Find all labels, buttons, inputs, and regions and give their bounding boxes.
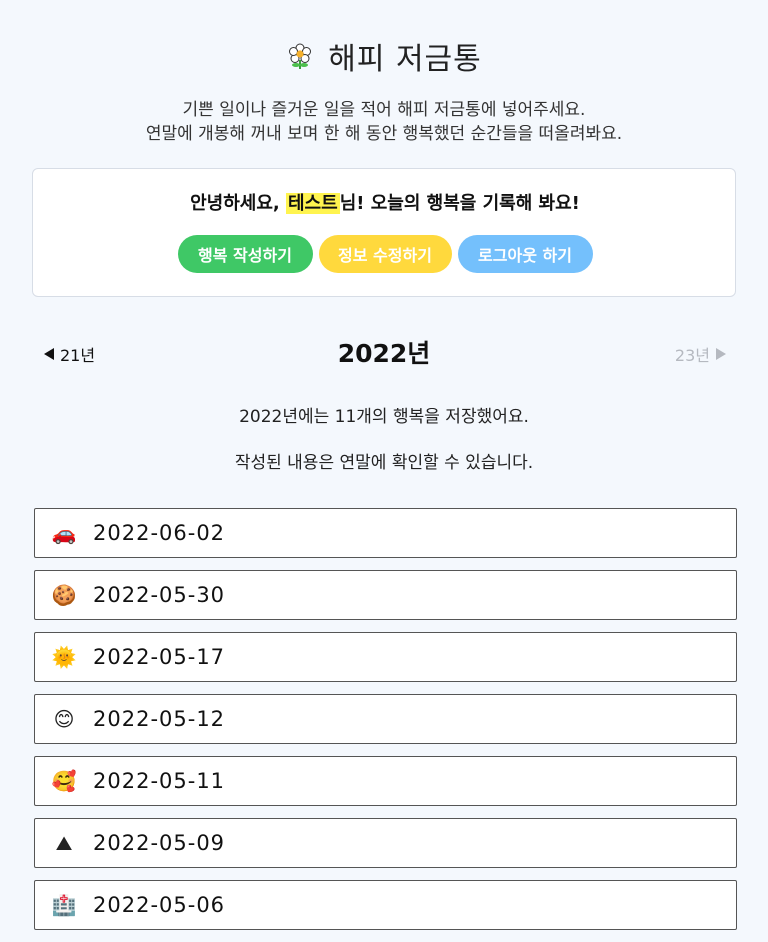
greeting-suffix: 님! 오늘의 행복을 기록해 봐요! xyxy=(339,193,580,214)
entry-date: 2022-05-11 xyxy=(93,769,226,793)
entry-item[interactable]: 🍪 2022-05-30 xyxy=(34,570,737,620)
description-line-1: 기쁜 일이나 즐거운 일을 적어 해피 저금통에 넣어주세요. xyxy=(182,100,586,120)
entry-item[interactable]: 🚗 2022-06-02 xyxy=(34,508,737,558)
cookie-icon: 🍪 xyxy=(51,583,77,607)
smile-icon: 😊 xyxy=(53,707,75,731)
user-card: 안녕하세요, 테스트 님! 오늘의 행복을 기록해 봐요! 행복 작성하기 정보 … xyxy=(32,168,736,297)
entry-date: 2022-05-09 xyxy=(93,831,226,855)
summary-note: 작성된 내용은 연말에 확인할 수 있습니다. xyxy=(234,453,534,473)
entry-date: 2022-05-12 xyxy=(93,707,226,731)
entry-date: 2022-05-17 xyxy=(93,645,226,669)
entry-item[interactable]: 🏥 2022-05-06 xyxy=(34,880,737,930)
greeting-prefix: 안녕하세요, xyxy=(190,193,286,214)
app-description: 기쁜 일이나 즐거운 일을 적어 해피 저금통에 넣어주세요. 연말에 개봉해 … xyxy=(0,98,768,146)
entry-date: 2022-05-06 xyxy=(93,893,226,917)
entry-date: 2022-06-02 xyxy=(93,521,226,545)
year-navigation: 21년 2022년 23년 xyxy=(0,332,768,372)
greeting: 안녕하세요, 테스트 님! 오늘의 행복을 기록해 봐요! xyxy=(33,189,737,215)
entry-date: 2022-05-30 xyxy=(93,583,226,607)
flower-icon xyxy=(289,43,312,69)
next-year-button[interactable]: 23년 xyxy=(675,342,726,366)
summary-count: 2022년에는 11개의 행복을 저장했어요. xyxy=(239,407,529,427)
action-buttons: 행복 작성하기 정보 수정하기 로그아웃 하기 xyxy=(33,235,737,273)
write-happiness-button[interactable]: 행복 작성하기 xyxy=(177,235,313,273)
app-title-text: 해피 저금통 xyxy=(328,42,482,77)
description-line-2: 연말에 개봉해 꺼내 보며 한 해 동안 행복했던 순간들을 떠올려봐요. xyxy=(145,124,623,144)
heart-face-icon: 🥰 xyxy=(51,769,77,793)
entry-list: 🚗 2022-06-02 🍪 2022-05-30 🌞 2022-05-17 😊… xyxy=(34,508,737,942)
car-icon: 🚗 xyxy=(51,521,77,545)
username: 테스트 xyxy=(286,193,340,214)
entry-item[interactable]: ⛰ 2022-05-09 xyxy=(34,818,737,868)
entry-item[interactable]: 🌞 2022-05-17 xyxy=(34,632,737,682)
next-year-label: 23년 xyxy=(674,346,710,365)
logout-button[interactable]: 로그아웃 하기 xyxy=(457,235,593,273)
mountain-icon: ⛰ xyxy=(55,831,73,855)
app-header: 해피 저금통 xyxy=(0,34,768,78)
app-title: 해피 저금통 xyxy=(286,34,482,78)
edit-info-button[interactable]: 정보 수정하기 xyxy=(318,235,452,273)
sun-icon: 🌞 xyxy=(51,645,77,669)
entry-item[interactable]: 🥰 2022-05-11 xyxy=(34,756,737,806)
triangle-right-icon xyxy=(716,348,726,360)
entry-item[interactable]: 😊 2022-05-12 xyxy=(34,694,737,744)
current-year: 2022년 xyxy=(337,339,431,368)
building-icon: 🏥 xyxy=(51,893,77,917)
